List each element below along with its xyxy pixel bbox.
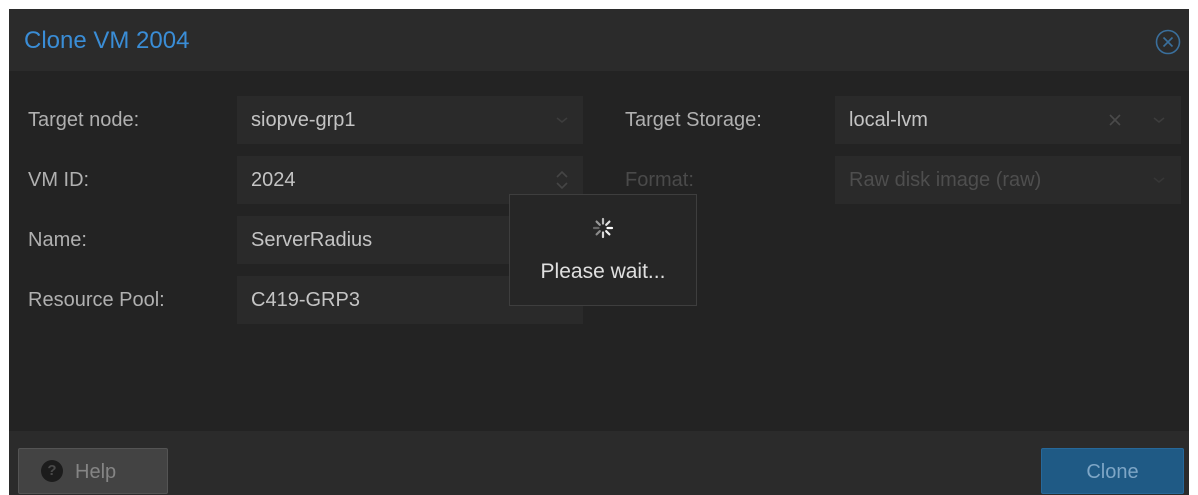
vm-id-label: VM ID: (28, 169, 90, 191)
format-value: Raw disk image (raw) (849, 169, 1042, 191)
chevron-down-icon (1153, 177, 1165, 184)
chevron-down-icon[interactable] (552, 110, 572, 130)
spinner-arrows-icon[interactable] (552, 168, 572, 192)
target-storage-label: Target Storage: (625, 109, 762, 131)
dialog-titlebar: Clone VM 2004 (9, 9, 1189, 71)
format-combobox: Raw disk image (raw) (835, 156, 1181, 204)
vm-id-value: 2024 (251, 169, 296, 191)
dialog-footer: ? Help Clone (9, 431, 1189, 495)
dialog-title: Clone VM 2004 (24, 27, 190, 54)
name-value: ServerRadius (251, 229, 373, 251)
name-label: Name: (28, 229, 87, 251)
clone-button[interactable]: Clone (1041, 448, 1184, 494)
clone-button-label: Clone (1086, 461, 1139, 483)
target-storage-combobox[interactable]: local-lvm (835, 96, 1181, 144)
resource-pool-value: C419-GRP3 (251, 289, 360, 311)
target-node-value: siopve-grp1 (251, 109, 356, 131)
target-node-label: Target node: (28, 109, 140, 131)
format-label: Format: (625, 169, 694, 191)
resource-pool-label: Resource Pool: (28, 289, 165, 311)
clear-icon[interactable] (1105, 110, 1125, 130)
loading-mask: Please wait... (509, 194, 697, 306)
spinner-icon (592, 217, 614, 239)
dialog-body: Target node: siopve-grp1 VM ID: 2024 Nam… (9, 71, 1189, 431)
target-storage-value: local-lvm (849, 109, 928, 131)
chevron-down-icon[interactable] (1149, 110, 1169, 130)
please-wait-text: Please wait... (540, 260, 666, 283)
close-icon[interactable] (1155, 29, 1181, 55)
target-node-combobox[interactable]: siopve-grp1 (237, 96, 583, 144)
help-button-label: Help (75, 461, 117, 483)
question-circle-icon: ? (41, 460, 63, 482)
help-button[interactable]: ? Help (18, 448, 168, 494)
clone-vm-dialog: Clone VM 2004 Target node: siopve-grp1 V… (9, 9, 1189, 495)
